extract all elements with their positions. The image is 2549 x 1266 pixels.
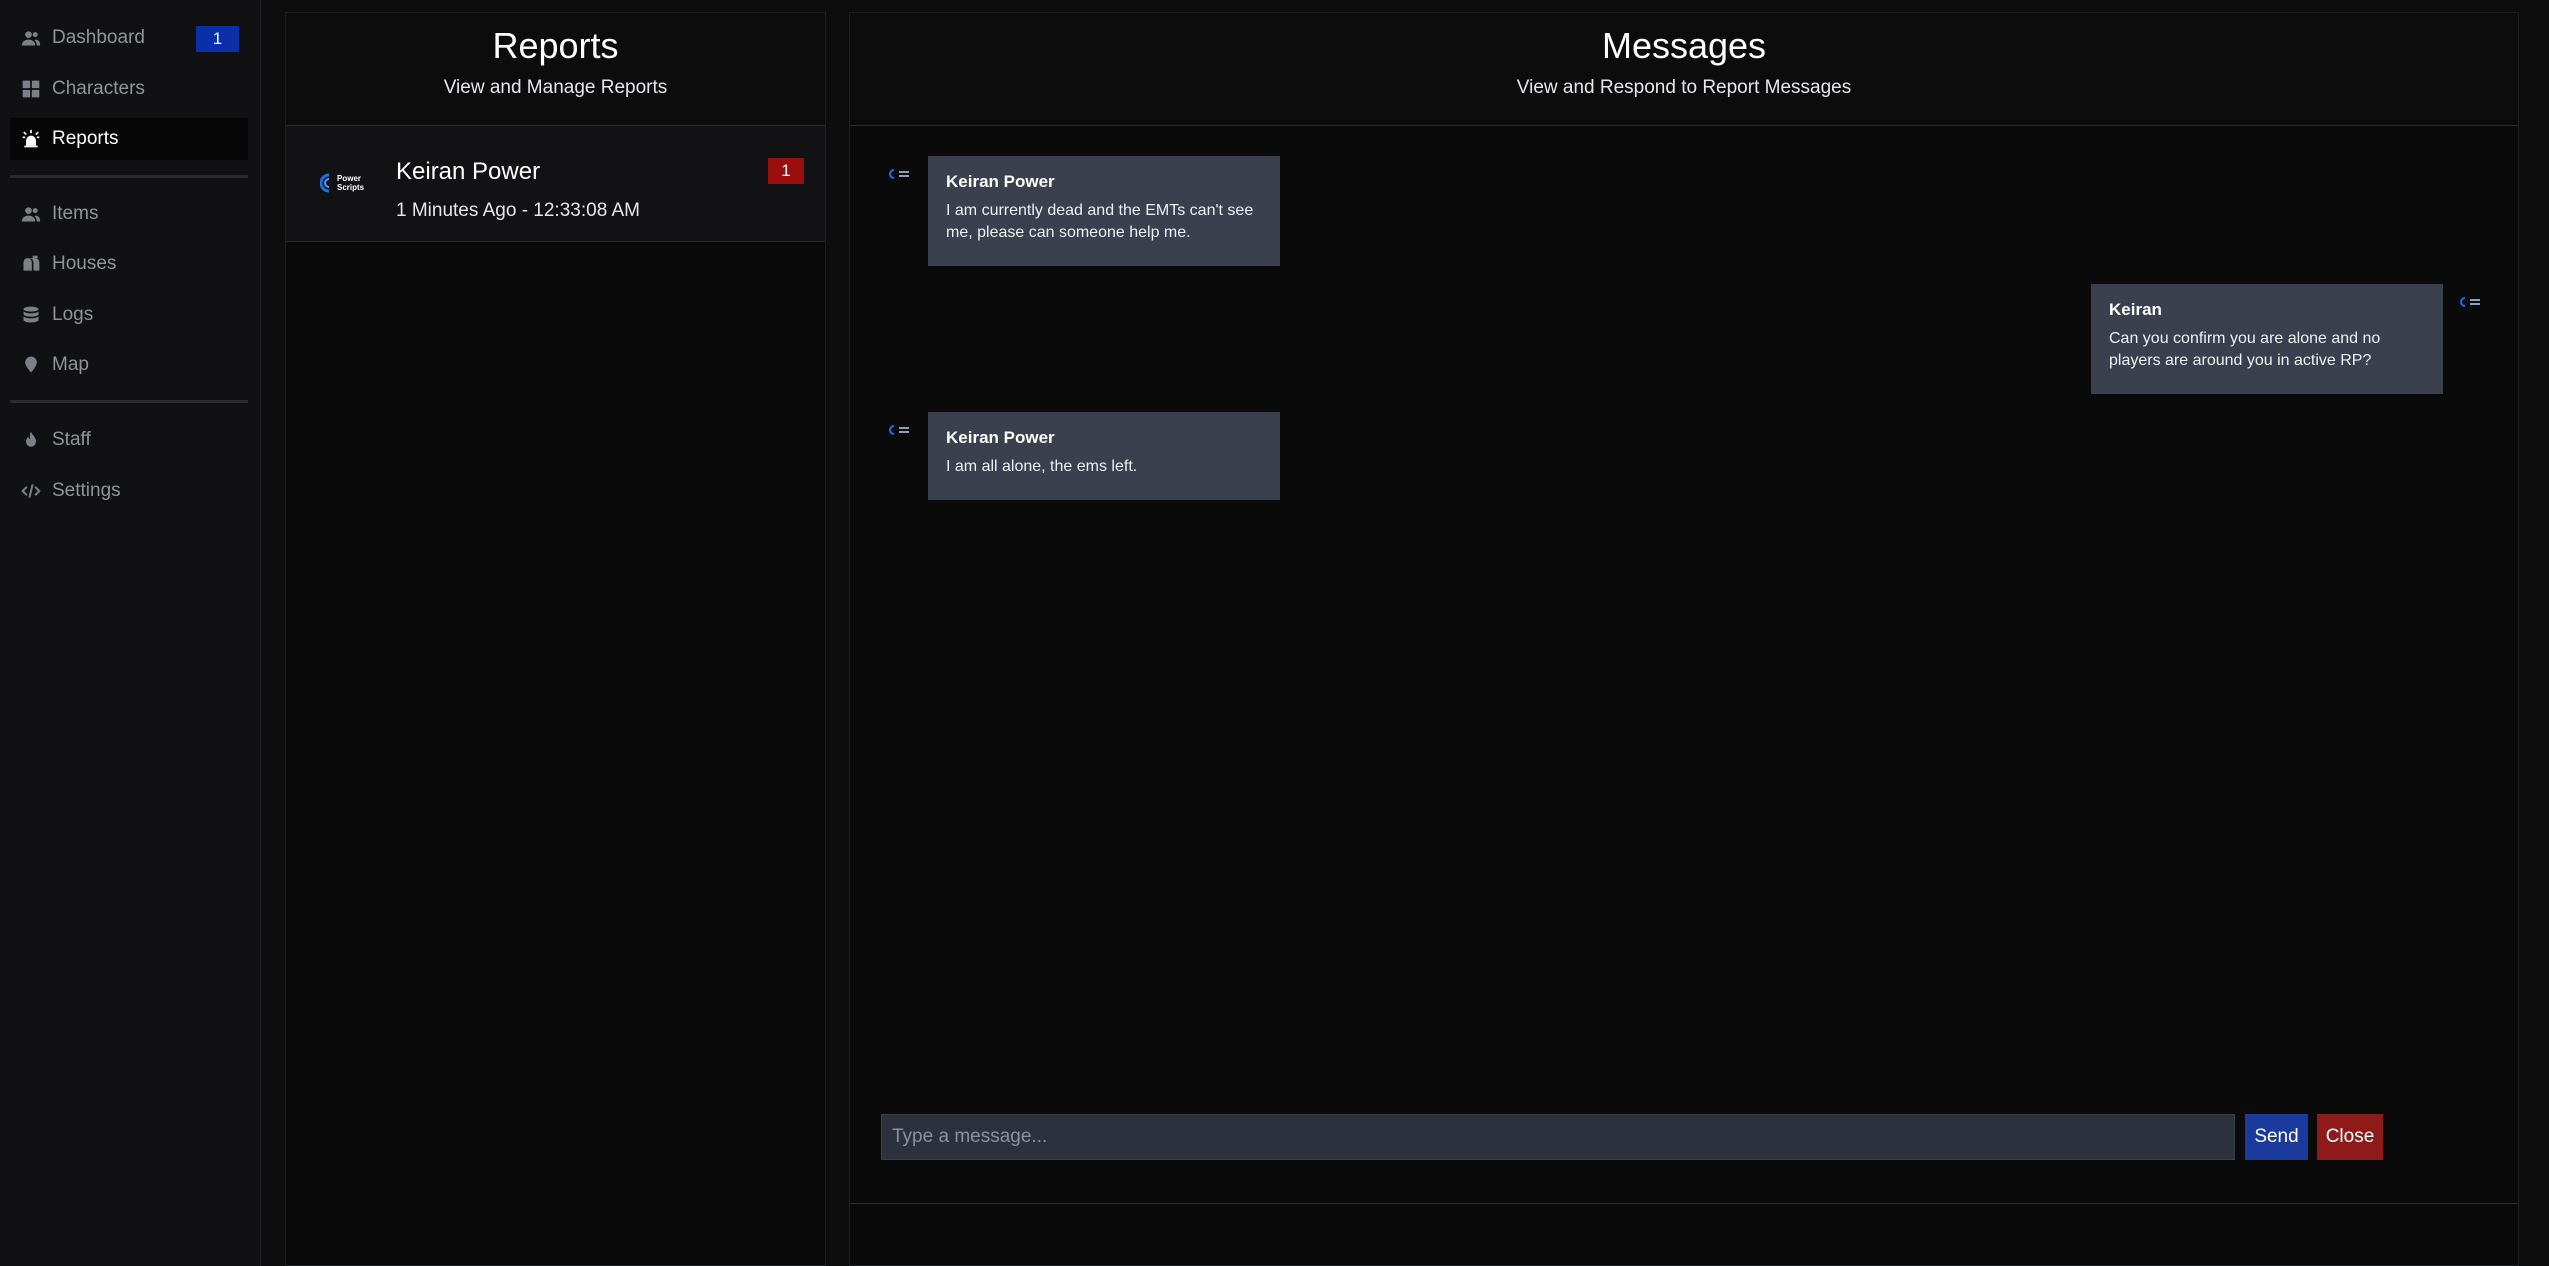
unread-count-badge: 1: [768, 158, 804, 184]
sender-avatar-logo: [2460, 297, 2480, 307]
sidebar-divider: [10, 175, 248, 178]
sidebar: Dashboard 1 Characters Reports Items Hou…: [0, 0, 261, 1266]
grid-icon: [20, 78, 42, 100]
code-icon: [20, 480, 42, 502]
users-icon: [20, 203, 42, 225]
users-icon: [20, 27, 42, 49]
message-bubble: Keiran Power I am currently dead and the…: [928, 156, 1280, 266]
sidebar-item-label: Logs: [52, 304, 94, 325]
message-text: I am currently dead and the EMTs can't s…: [946, 202, 1254, 241]
sidebar-item-label: Dashboard: [52, 27, 145, 48]
sidebar-item-label: Reports: [52, 128, 119, 149]
sidebar-item-map[interactable]: Map: [10, 344, 248, 386]
sidebar-item-label: Map: [52, 354, 89, 375]
message-author: Keiran Power: [946, 172, 1055, 191]
message-author: Keiran Power: [946, 428, 1055, 447]
logo-text: Scripts: [337, 183, 365, 192]
sidebar-item-label: Settings: [52, 480, 121, 501]
report-player-name: Keiran Power: [396, 158, 541, 185]
message-text: Can you confirm you are alone and no pla…: [2109, 330, 2381, 369]
reports-panel: Reports View and Manage Reports Power Sc…: [285, 12, 826, 1266]
sender-avatar-logo: [889, 169, 909, 179]
page-title: Messages: [1601, 25, 1767, 66]
sidebar-item-houses[interactable]: Houses: [10, 243, 248, 285]
messages-footer-divider: [850, 1203, 2518, 1204]
sidebar-item-items[interactable]: Items: [10, 193, 248, 235]
send-button[interactable]: Send: [2245, 1114, 2308, 1160]
alarm-bell-icon: [20, 128, 42, 150]
message-author: Keiran: [2109, 300, 2162, 319]
sidebar-item-label: Houses: [52, 253, 117, 274]
sidebar-divider: [10, 400, 248, 403]
dashboard-count-badge: 1: [196, 26, 239, 52]
sidebar-item-staff[interactable]: Staff: [10, 419, 248, 461]
messages-header: Messages View and Respond to Report Mess…: [850, 13, 2518, 126]
report-timestamp: 1 Minutes Ago - 12:33:08 AM: [396, 200, 640, 221]
flame-icon: [20, 429, 42, 451]
report-list-item[interactable]: Power Scripts Keiran Power 1 Minutes Ago…: [286, 126, 825, 242]
message-bubble: Keiran Power I am all alone, the ems lef…: [928, 412, 1280, 500]
sidebar-item-label: Characters: [52, 78, 145, 99]
sender-avatar-logo: [889, 425, 909, 435]
mailbox-icon: [20, 253, 42, 275]
reports-header: Reports View and Manage Reports: [286, 13, 825, 126]
sidebar-item-characters[interactable]: Characters: [10, 68, 248, 110]
sidebar-item-label: Items: [52, 203, 99, 224]
sidebar-item-logs[interactable]: Logs: [10, 294, 248, 336]
logo-text: Power: [337, 174, 361, 183]
database-icon: [20, 304, 42, 326]
message-input[interactable]: [881, 1114, 2235, 1160]
map-pin-icon: [20, 354, 42, 376]
messages-panel: Messages View and Respond to Report Mess…: [849, 12, 2519, 1266]
page-subtitle: View and Respond to Report Messages: [1516, 77, 1852, 98]
page-subtitle: View and Manage Reports: [443, 77, 668, 98]
message-bubble: Keiran Can you confirm you are alone and…: [2091, 284, 2443, 394]
sidebar-item-label: Staff: [52, 429, 91, 450]
sidebar-item-settings[interactable]: Settings: [10, 470, 248, 512]
power-scripts-logo: Power Scripts: [320, 173, 365, 193]
close-report-button[interactable]: Close: [2317, 1114, 2383, 1160]
page-title: Reports: [492, 25, 619, 66]
message-text: I am all alone, the ems left.: [946, 458, 1138, 475]
sidebar-item-reports[interactable]: Reports: [10, 118, 248, 160]
